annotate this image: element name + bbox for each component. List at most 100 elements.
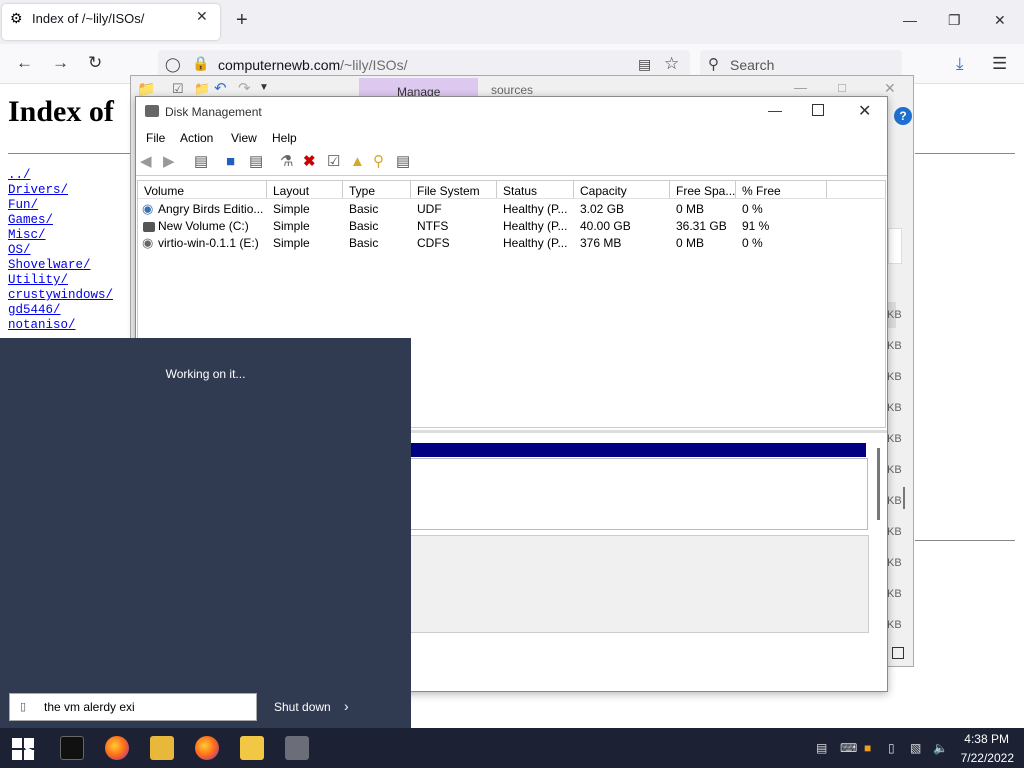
maximize-icon[interactable] [812,104,824,116]
column-separator[interactable] [826,181,827,198]
reload-icon[interactable]: ↻ [88,54,102,72]
dir-link[interactable]: gd5446/ [8,303,113,318]
column-separator[interactable] [496,181,497,198]
menu-action[interactable]: Action [180,131,213,145]
column-separator[interactable] [735,181,736,198]
dir-link[interactable]: Utility/ [8,273,113,288]
folder-search-icon[interactable]: ⚲ [373,154,384,170]
new-tab-icon[interactable]: + [236,10,248,30]
explorer-close-icon[interactable]: ✕ [884,80,896,97]
explorer-minimize-icon[interactable]: — [794,80,807,95]
file-size-unit: KB [887,495,902,507]
speaker-muted-icon[interactable]: 🔈 [933,741,948,755]
table-cell-volume[interactable]: New Volume (C:) [158,219,249,233]
dir-link[interactable]: notaniso/ [8,318,113,333]
check-icon[interactable]: ☑ [327,154,340,170]
dir-link[interactable]: Fun/ [8,198,113,213]
help-book-icon[interactable]: ■ [226,154,235,170]
col-header-filesystem[interactable]: File System [417,184,480,198]
explorer-maximize-icon[interactable]: □ [838,80,846,95]
table-cell-filesystem: UDF [417,202,442,216]
mouse-cursor-icon: ➤ [22,743,36,760]
file-size-unit: KB [887,433,902,445]
folder-up-icon[interactable]: ▲ [350,154,365,170]
file-explorer-icon[interactable] [150,736,174,760]
back-icon[interactable]: ◀ [140,154,152,170]
column-separator[interactable] [266,181,267,198]
disk-partition-area[interactable] [410,458,868,530]
console-tree-icon[interactable]: ▤ [194,154,208,170]
shield-icon[interactable]: ◯ [165,56,181,73]
delete-icon[interactable]: ✖ [303,154,316,170]
explorer-scrollbar[interactable] [903,487,905,509]
browser-minimize-icon[interactable]: — [903,12,917,28]
col-header-capacity[interactable]: Capacity [580,184,627,198]
disk-management-icon[interactable] [285,736,309,760]
col-header-percent-free[interactable]: % Free [742,184,781,198]
column-separator[interactable] [410,181,411,198]
keyboard-icon[interactable]: ⌨ [840,741,857,755]
properties-icon[interactable]: ☑ [172,81,184,97]
help-icon[interactable]: ? [894,107,912,125]
network-icon[interactable]: ▤ [816,741,827,755]
table-cell-volume[interactable]: Angry Birds Editio... [158,202,263,216]
download-icon[interactable]: ⤓ [956,54,964,74]
column-separator[interactable] [573,181,574,198]
forward-icon[interactable]: ▶ [163,154,175,170]
table-cell-free-space: 36.31 GB [676,219,727,233]
menu-file[interactable]: File [146,131,165,145]
shut-down-button[interactable]: Shut down [274,700,331,714]
customize-toolbar-icon[interactable]: ▼ [259,82,269,93]
menu-help[interactable]: Help [272,131,297,145]
back-arrow-icon[interactable]: ← [16,54,33,72]
col-header-type[interactable]: Type [349,184,375,198]
bookmark-star-icon[interactable]: ☆ [664,54,679,74]
redo-icon[interactable]: ↷ [238,79,251,97]
battery-icon[interactable]: ▧ [910,741,921,755]
browser-close-icon[interactable]: ✕ [994,12,1006,29]
details-view-icon[interactable] [892,647,904,659]
firefox-icon[interactable] [105,736,129,760]
dir-link[interactable]: ../ [8,168,113,183]
clock-date[interactable]: 7/22/2022 [958,751,1014,765]
menu-view[interactable]: View [231,131,257,145]
col-header-volume[interactable]: Volume [144,184,184,198]
undo-icon[interactable]: ↶ [214,79,227,97]
tab-close-icon[interactable]: ✕ [196,8,208,25]
browser-restore-icon[interactable]: ❐ [948,12,961,29]
usb-icon[interactable]: ▯ [888,741,895,755]
col-header-status[interactable]: Status [503,184,537,198]
dir-link[interactable]: crustywindows/ [8,288,113,303]
graphical-view-scrollbar[interactable] [877,448,880,520]
close-icon[interactable]: ✕ [858,101,871,121]
clock-time[interactable]: 4:38 PM [961,732,1009,746]
menu-hamburger-icon[interactable]: ☰ [992,54,1007,74]
column-separator[interactable] [669,181,670,198]
lock-icon[interactable]: 🔒 [192,55,209,72]
file-size-unit: KB [887,309,902,321]
col-header-free-space[interactable]: Free Spa... [676,184,735,198]
dir-link[interactable]: Shovelware/ [8,258,113,273]
dir-link[interactable]: OS/ [8,243,113,258]
settings-view-icon[interactable]: ▤ [249,154,263,170]
dir-link[interactable]: Drivers/ [8,183,113,198]
connect-drive-icon[interactable]: ⚗ [280,154,293,170]
properties-list-icon[interactable]: ▤ [396,154,410,170]
cmd-icon[interactable] [60,736,84,760]
minimize-icon[interactable]: — [768,102,782,118]
table-cell-volume[interactable]: virtio-win-0.1.1 (E:) [158,236,259,250]
dir-link[interactable]: Misc/ [8,228,113,243]
search-input-value: the vm alerdy exi [44,700,135,714]
new-folder-icon[interactable]: 📁 [194,81,210,97]
reader-view-icon[interactable]: ▤ [638,56,651,73]
color-app-icon[interactable]: ■ [864,741,871,755]
firefox-icon[interactable] [195,736,219,760]
folder-icon[interactable] [240,736,264,760]
search-placeholder: Search [730,57,775,73]
table-cell-percent-free: 91 % [742,219,770,233]
forward-arrow-icon[interactable]: → [52,54,69,72]
column-separator[interactable] [342,181,343,198]
chevron-right-icon[interactable]: › [344,698,349,714]
col-header-layout[interactable]: Layout [273,184,309,198]
dir-link[interactable]: Games/ [8,213,113,228]
